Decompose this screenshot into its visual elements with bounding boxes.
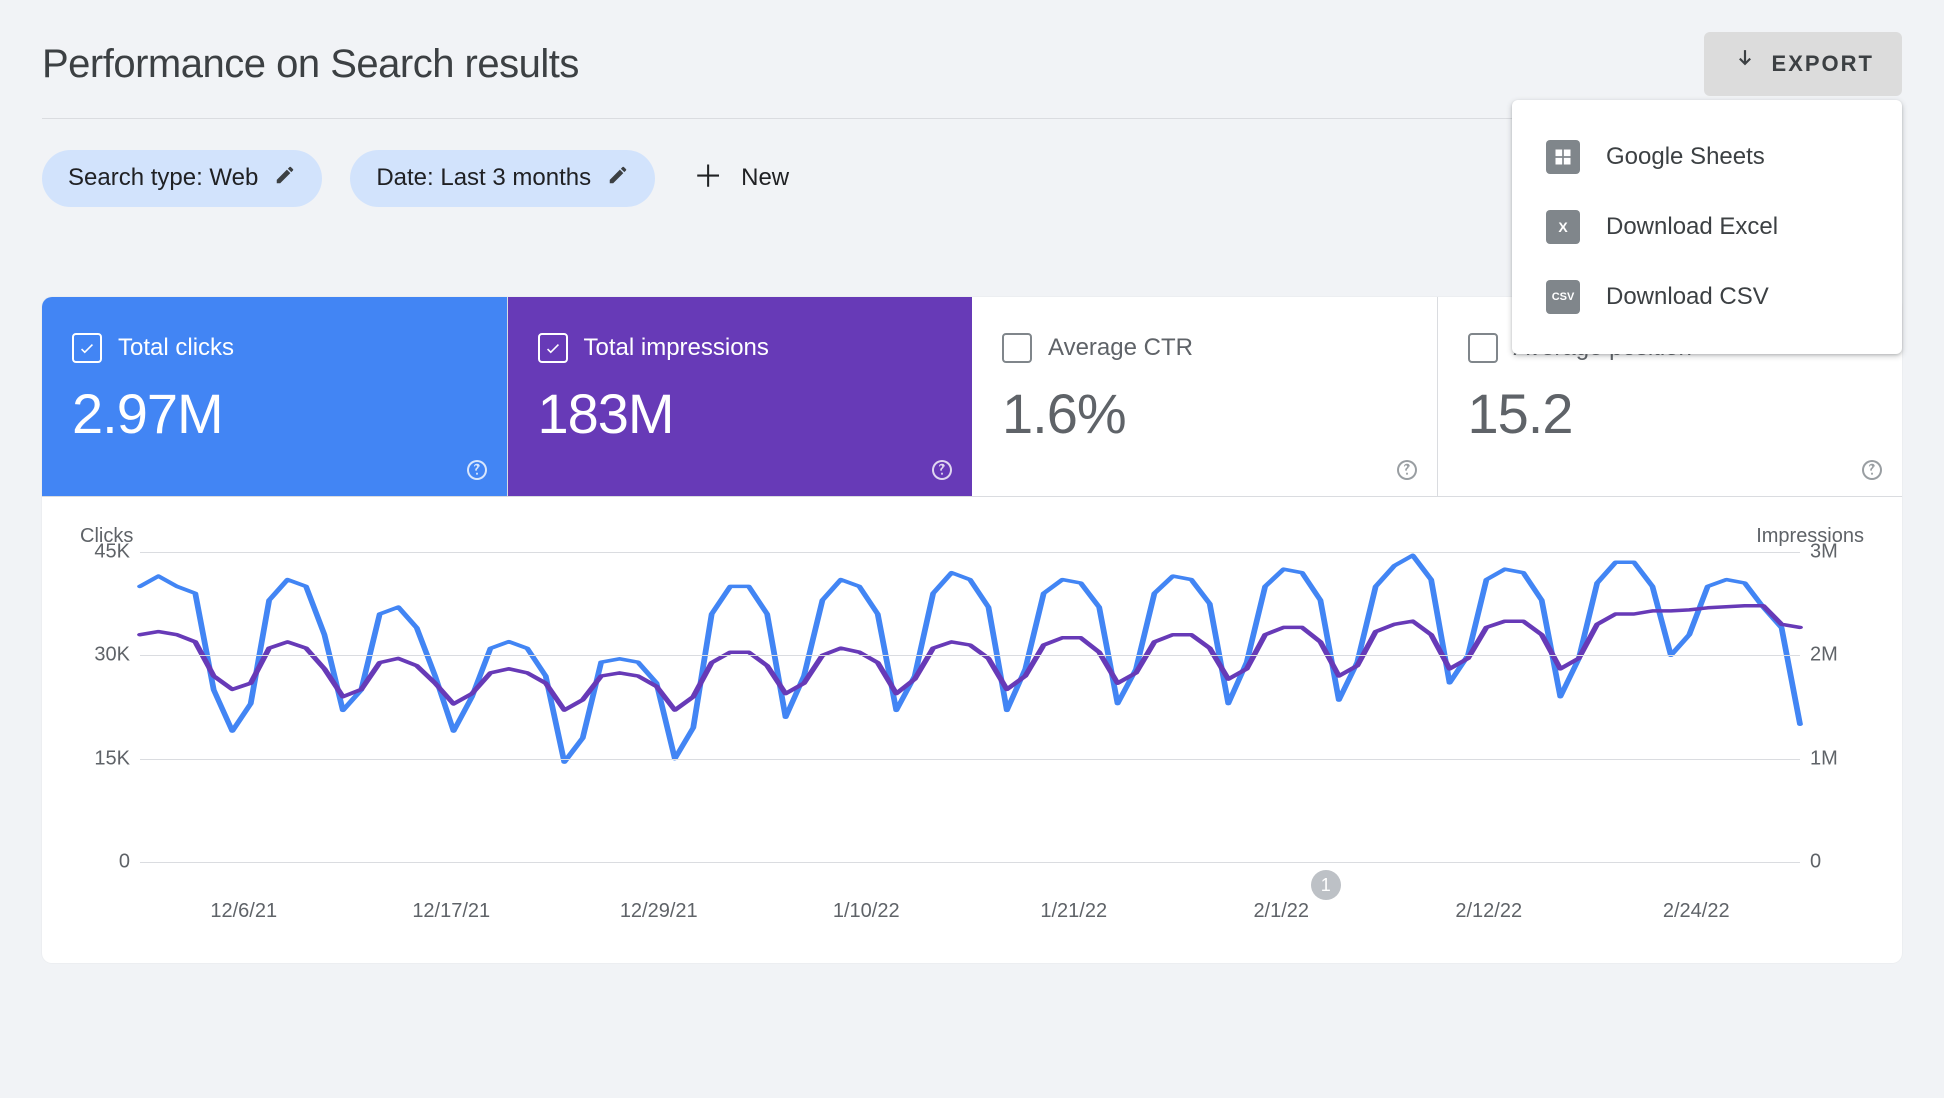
excel-icon: X	[1546, 210, 1580, 244]
help-icon[interactable]	[1395, 458, 1419, 482]
gridline	[140, 759, 1800, 760]
x-tick: 12/29/21	[555, 900, 763, 923]
checkbox-icon	[1002, 333, 1032, 363]
y-right-tick: 2M	[1810, 644, 1866, 667]
gridline	[140, 862, 1800, 863]
gridline	[140, 552, 1800, 553]
filter-date[interactable]: Date: Last 3 months	[350, 150, 655, 207]
export-download-csv-label: Download CSV	[1606, 283, 1769, 311]
edit-icon	[607, 164, 629, 193]
export-google-sheets-label: Google Sheets	[1606, 143, 1765, 171]
metric-label: Average CTR	[1048, 334, 1193, 362]
x-tick: 1/21/22	[970, 900, 1178, 923]
export-button[interactable]: EXPORT	[1704, 32, 1902, 96]
export-download-excel-label: Download Excel	[1606, 213, 1778, 241]
filter-date-label: Date: Last 3 months	[376, 164, 591, 192]
y-right-tick: 3M	[1810, 541, 1866, 564]
y-left-tick: 15K	[82, 747, 130, 770]
edit-icon	[274, 164, 296, 193]
chart-event-marker[interactable]: 1	[1311, 870, 1341, 900]
checkbox-icon	[1468, 333, 1498, 363]
checkbox-icon	[72, 333, 102, 363]
y-right-tick: 1M	[1810, 747, 1866, 770]
x-tick: 1/10/22	[763, 900, 971, 923]
performance-card: Total clicks 2.97M Total impressions 183M Av…	[42, 297, 1902, 963]
filter-new-label: New	[741, 164, 789, 192]
x-tick: 2/1/22	[1178, 900, 1386, 923]
metric-total_clicks[interactable]: Total clicks 2.97M	[42, 297, 508, 496]
help-icon[interactable]	[1860, 458, 1884, 482]
export-button-label: EXPORT	[1772, 51, 1874, 77]
export-download-csv[interactable]: CSV Download CSV	[1512, 262, 1902, 332]
filter-search-type-label: Search type: Web	[68, 164, 258, 192]
sheets-icon	[1546, 140, 1580, 174]
export-google-sheets[interactable]: Google Sheets	[1512, 122, 1902, 192]
plus-icon: ＋	[693, 163, 723, 193]
metric-total_impressions[interactable]: Total impressions 183M	[508, 297, 973, 496]
metric-value: 1.6%	[1002, 381, 1407, 446]
y-right-tick: 0	[1810, 851, 1866, 874]
x-tick: 12/17/21	[348, 900, 556, 923]
metric-value: 15.2	[1468, 381, 1873, 446]
page-title: Performance on Search results	[42, 42, 579, 87]
y-left-tick: 30K	[82, 644, 130, 667]
help-icon[interactable]	[465, 458, 489, 482]
metric-value: 183M	[538, 381, 943, 446]
y-left-tick: 0	[82, 851, 130, 874]
metric-average_ctr[interactable]: Average CTR 1.6%	[972, 297, 1438, 496]
filter-search-type[interactable]: Search type: Web	[42, 150, 322, 207]
help-icon[interactable]	[930, 458, 954, 482]
filter-new-button[interactable]: ＋ New	[683, 149, 799, 207]
export-menu[interactable]: Google Sheets X Download Excel CSV Downl…	[1512, 100, 1902, 354]
metric-label: Total clicks	[118, 334, 234, 362]
gridline	[140, 655, 1800, 656]
metric-value: 2.97M	[72, 381, 477, 446]
x-tick: 2/12/22	[1385, 900, 1593, 923]
x-tick: 2/24/22	[1593, 900, 1801, 923]
download-icon	[1732, 48, 1758, 80]
checkbox-icon	[538, 333, 568, 363]
y-left-tick: 45K	[82, 541, 130, 564]
csv-icon: CSV	[1546, 280, 1580, 314]
x-tick: 12/6/21	[140, 900, 348, 923]
export-download-excel[interactable]: X Download Excel	[1512, 192, 1902, 262]
metric-label: Total impressions	[584, 334, 769, 362]
